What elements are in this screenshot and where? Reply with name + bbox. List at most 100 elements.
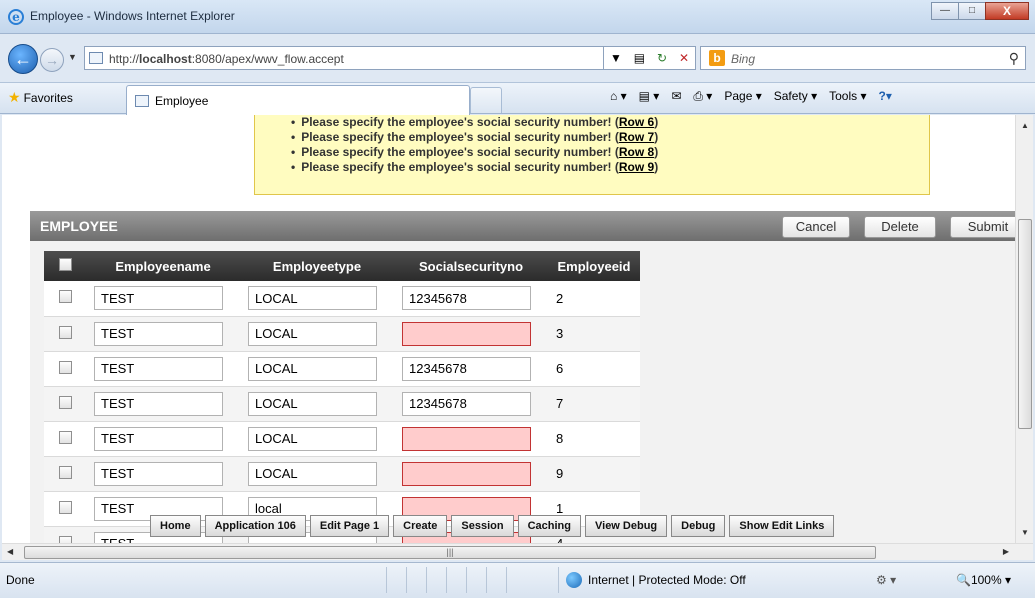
page-menu[interactable]: Page ▾	[724, 89, 761, 104]
employeetype-input[interactable]	[248, 321, 377, 346]
employeename-input[interactable]	[94, 356, 223, 381]
internet-zone-icon	[566, 572, 582, 588]
socialsecurityno-input[interactable]	[402, 426, 531, 451]
security-zone[interactable]: Internet | Protected Mode: Off	[588, 573, 746, 587]
safety-menu[interactable]: Safety ▾	[774, 89, 817, 104]
dev-debug-button[interactable]: Debug	[671, 515, 726, 537]
dev-edit-page-1-button[interactable]: Edit Page 1	[309, 515, 390, 537]
socialsecurityno-input[interactable]	[402, 461, 531, 486]
table-row: 6	[44, 351, 640, 387]
employeename-input[interactable]	[94, 461, 223, 486]
url-dropdown-icon[interactable]: ▼	[610, 51, 622, 65]
dev-create-button[interactable]: Create	[393, 515, 448, 537]
employeename-input[interactable]	[94, 286, 223, 311]
mail-icon[interactable]: ✉	[671, 89, 681, 104]
back-button[interactable]: ←	[8, 44, 38, 74]
error-messages: Please specify the employee's social sec…	[254, 115, 930, 195]
bing-icon: b	[709, 50, 725, 66]
employeeid-value: 7	[556, 396, 564, 411]
help-icon[interactable]: ?▾	[879, 89, 892, 104]
employeename-input[interactable]	[94, 391, 223, 416]
search-input[interactable]: b Bing ⚲	[700, 46, 1026, 70]
vertical-scroll-thumb[interactable]	[1018, 219, 1032, 429]
employeetype-input[interactable]	[248, 426, 377, 451]
status-divider	[426, 567, 427, 593]
horizontal-scroll-thumb[interactable]: |||	[24, 546, 876, 559]
socialsecurityno-input[interactable]	[402, 286, 531, 311]
scroll-right-icon[interactable]: ▶	[1003, 547, 1009, 556]
select-all-checkbox[interactable]	[58, 258, 72, 271]
feeds-icon[interactable]: ▤ ▾	[639, 89, 660, 104]
scroll-down-icon[interactable]: ▼	[1021, 528, 1029, 537]
refresh-icon[interactable]: ↻	[657, 51, 667, 65]
dev-application-106-button[interactable]: Application 106	[204, 515, 306, 537]
error-row-link[interactable]: Row 8	[619, 145, 654, 159]
dev-view-debug-button[interactable]: View Debug	[585, 515, 668, 537]
url-input[interactable]: http://localhost:8080/apex/wwv_flow.acce…	[84, 46, 604, 70]
window-title: Employee - Windows Internet Explorer	[30, 9, 235, 23]
favorites-button[interactable]: ★ Favorites	[8, 89, 73, 106]
row-checkbox[interactable]	[58, 360, 72, 374]
status-divider	[558, 567, 559, 593]
column-header[interactable]: Socialsecurityno	[394, 251, 548, 281]
ie-logo-icon: e	[8, 9, 24, 25]
search-icon[interactable]: ⚲	[1009, 50, 1019, 67]
row-checkbox[interactable]	[58, 290, 72, 304]
column-header[interactable]: Employeetype	[240, 251, 394, 281]
row-checkbox[interactable]	[58, 325, 72, 339]
row-checkbox[interactable]	[58, 465, 72, 479]
delete-button[interactable]: Delete	[864, 216, 936, 238]
employeetype-input[interactable]	[248, 461, 377, 486]
row-checkbox[interactable]	[58, 395, 72, 409]
status-divider	[466, 567, 467, 593]
column-header[interactable]: Employeeid	[548, 251, 640, 281]
page-icon	[89, 52, 103, 64]
scroll-up-icon[interactable]: ▲	[1021, 121, 1029, 130]
row-checkbox[interactable]	[58, 500, 72, 514]
star-icon: ★	[8, 89, 21, 105]
horizontal-scrollbar[interactable]: ◀ ||| ▶	[2, 543, 1033, 560]
dev-caching-button[interactable]: Caching	[517, 515, 581, 537]
vertical-scrollbar[interactable]: ▲ ▼	[1015, 115, 1033, 543]
row-checkbox[interactable]	[58, 430, 72, 444]
print-icon[interactable]: ⎙ ▾	[693, 89, 712, 104]
employeename-input[interactable]	[94, 321, 223, 346]
error-row-link[interactable]: Row 7	[619, 130, 654, 144]
protected-mode-icon[interactable]: ⚙ ▾	[876, 573, 896, 587]
tab-employee[interactable]: Employee	[126, 85, 470, 115]
submit-button[interactable]: Submit	[950, 216, 1015, 238]
tab-label: Employee	[155, 94, 209, 108]
close-window-button[interactable]: X	[985, 2, 1029, 20]
minimize-button[interactable]: —	[931, 2, 959, 20]
dev-session-button[interactable]: Session	[451, 515, 514, 537]
compatibility-icon[interactable]: ▤	[634, 51, 645, 65]
dev-home-button[interactable]: Home	[150, 515, 201, 537]
status-bar: Done Internet | Protected Mode: Off ⚙ ▾ …	[0, 562, 1035, 598]
stop-icon[interactable]: ✕	[679, 51, 689, 65]
socialsecurityno-input[interactable]	[402, 356, 531, 381]
status-divider	[386, 567, 387, 593]
socialsecurityno-input[interactable]	[402, 391, 531, 416]
zoom-level[interactable]: 🔍100% ▾	[956, 573, 1011, 587]
tools-menu[interactable]: Tools ▾	[829, 89, 866, 104]
dev-show-edit-links-button[interactable]: Show Edit Links	[729, 515, 835, 537]
error-row-link[interactable]: Row 6	[619, 115, 654, 129]
new-tab-button[interactable]	[470, 87, 502, 113]
forward-button[interactable]: →	[40, 48, 64, 72]
home-icon[interactable]: ⌂ ▾	[610, 89, 627, 104]
table-row: 3	[44, 316, 640, 352]
row-checkbox[interactable]	[58, 535, 72, 543]
column-header[interactable]: Employeename	[86, 251, 240, 281]
employee-region: EMPLOYEE Cancel Delete Submit Employeena…	[30, 211, 1015, 543]
employeetype-input[interactable]	[248, 286, 377, 311]
employeename-input[interactable]	[94, 426, 223, 451]
maximize-button[interactable]: □	[958, 2, 986, 20]
cancel-button[interactable]: Cancel	[782, 216, 850, 238]
employeetype-input[interactable]	[248, 356, 377, 381]
employeetype-input[interactable]	[248, 391, 377, 416]
socialsecurityno-input[interactable]	[402, 321, 531, 346]
error-row-link[interactable]: Row 9	[619, 160, 654, 174]
scroll-left-icon[interactable]: ◀	[7, 547, 13, 556]
history-dropdown-icon[interactable]: ▼	[68, 52, 77, 62]
error-message: Please specify the employee's social sec…	[291, 145, 929, 160]
